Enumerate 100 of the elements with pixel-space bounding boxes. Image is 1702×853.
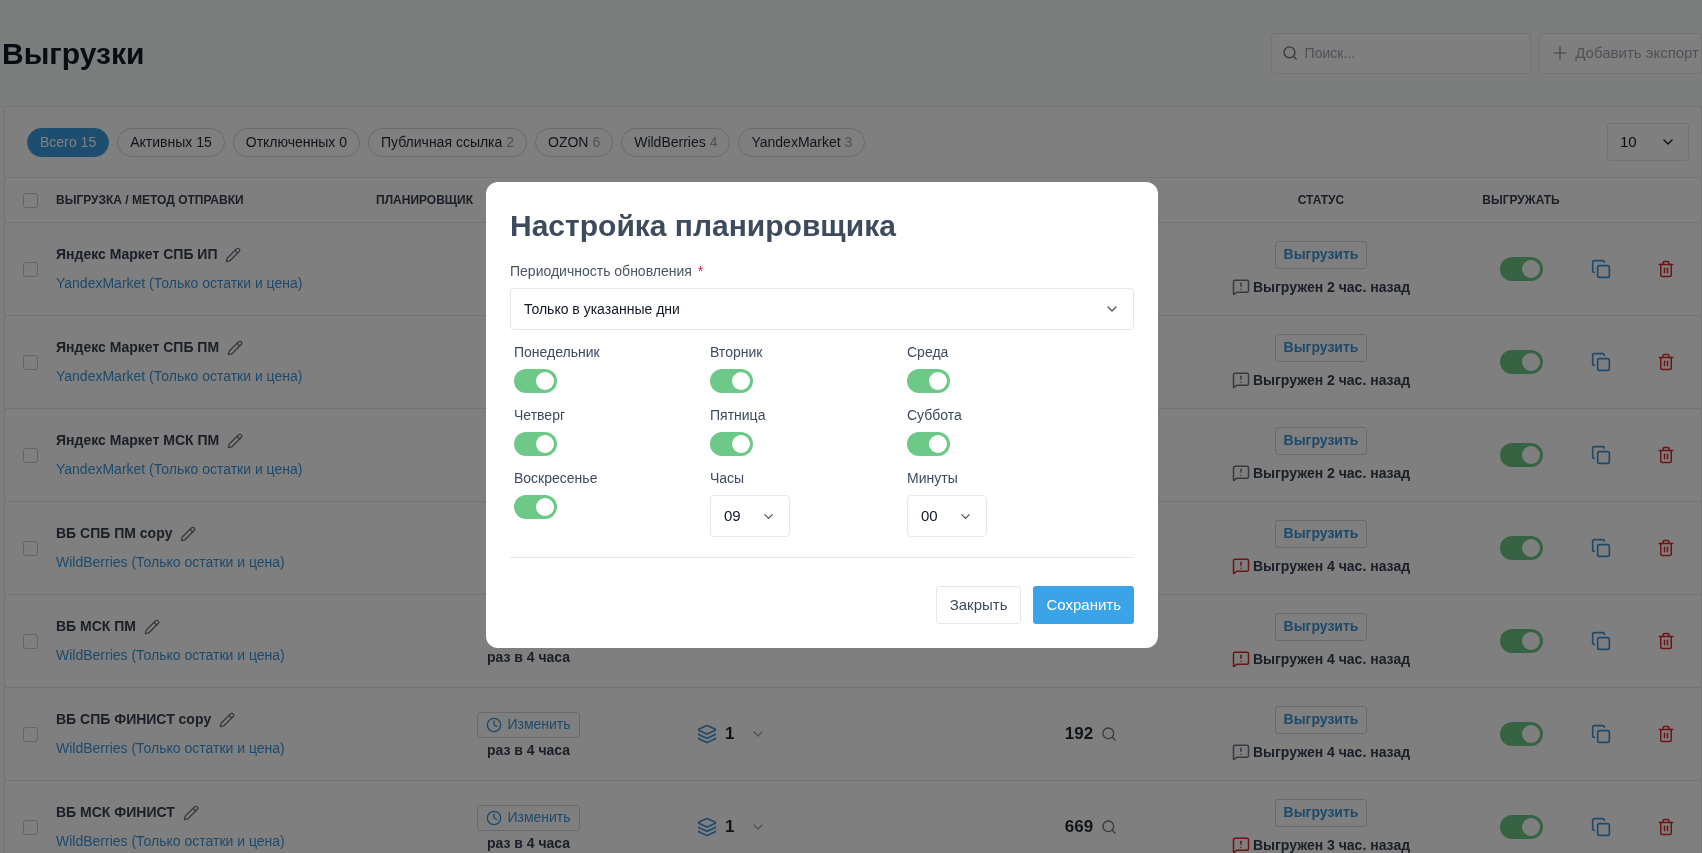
status-text: Выгружен 4 час. назад bbox=[1252, 556, 1411, 576]
pencil-icon[interactable] bbox=[144, 618, 160, 635]
export-name: ВБ СПБ ПМ copy bbox=[56, 524, 173, 543]
item-count: 669 bbox=[1064, 816, 1094, 839]
close-button[interactable]: Закрыть bbox=[935, 586, 1022, 624]
status-text: Выгружен 2 час. назад bbox=[1252, 370, 1411, 390]
filter-pill[interactable]: Всего 15 bbox=[27, 127, 110, 157]
required-mark: * bbox=[697, 262, 704, 281]
layers-icon bbox=[697, 817, 717, 837]
method-link[interactable]: WildBerries (Только остатки и цена) bbox=[56, 552, 376, 573]
toggle-switch[interactable] bbox=[710, 432, 753, 456]
select-all-checkbox[interactable] bbox=[23, 192, 38, 208]
trash-icon[interactable] bbox=[1657, 353, 1675, 371]
row-checkbox[interactable] bbox=[23, 819, 38, 835]
copy-icon[interactable] bbox=[1591, 445, 1611, 465]
item-count: 192 bbox=[1064, 723, 1094, 746]
row-checkbox[interactable] bbox=[23, 540, 38, 556]
toggle-switch[interactable] bbox=[907, 432, 950, 456]
method-link[interactable]: YandexMarket (Только остатки и цена) bbox=[56, 366, 376, 387]
copy-icon[interactable] bbox=[1591, 352, 1611, 372]
page-size-select[interactable]: 10 bbox=[1607, 123, 1689, 161]
toggle-switch[interactable] bbox=[907, 369, 950, 393]
day-label: Четверг bbox=[514, 406, 566, 425]
change-schedule-button[interactable]: Изменить bbox=[477, 711, 580, 738]
method-link[interactable]: YandexMarket (Только остатки и цена) bbox=[56, 459, 376, 480]
export-name: Яндекс Маркет МСК ПМ bbox=[56, 431, 220, 450]
time-select[interactable]: 00 bbox=[907, 495, 987, 537]
pencil-icon[interactable] bbox=[227, 339, 244, 356]
time-label: Минуты bbox=[907, 469, 958, 488]
toggle-switch[interactable] bbox=[1499, 629, 1543, 653]
schedule-text: раз в 4 часа bbox=[486, 647, 571, 667]
upload-button[interactable]: Выгрузить bbox=[1274, 240, 1368, 269]
frequency-select[interactable]: Только в указанные дни bbox=[510, 288, 1134, 330]
upload-button[interactable]: Выгрузить bbox=[1274, 705, 1368, 734]
modal-title: Настройка планировщика bbox=[510, 208, 897, 244]
save-button[interactable]: Сохранить bbox=[1033, 586, 1134, 624]
toggle-switch[interactable] bbox=[1499, 350, 1543, 374]
export-name: ВБ МСК ПМ bbox=[56, 617, 136, 636]
toggle-switch[interactable] bbox=[1499, 257, 1543, 281]
trash-icon[interactable] bbox=[1657, 818, 1675, 836]
copy-icon[interactable] bbox=[1591, 631, 1611, 651]
method-link[interactable]: WildBerries (Только остатки и цена) bbox=[56, 738, 376, 759]
pencil-icon[interactable] bbox=[182, 804, 199, 821]
upload-button[interactable]: Выгрузить bbox=[1274, 519, 1368, 548]
search-icon bbox=[1282, 44, 1299, 62]
row-checkbox[interactable] bbox=[23, 726, 38, 742]
pencil-icon[interactable] bbox=[227, 432, 244, 449]
export-name: Яндекс Маркет СПБ ПМ bbox=[56, 338, 220, 357]
time-select[interactable]: 09 bbox=[710, 495, 790, 537]
toggle-switch[interactable] bbox=[1499, 536, 1543, 560]
day-label: Вторник bbox=[710, 343, 763, 362]
row-checkbox[interactable] bbox=[23, 633, 38, 649]
row-checkbox[interactable] bbox=[23, 354, 38, 370]
pencil-icon[interactable] bbox=[225, 246, 242, 263]
day-label: Понедельник bbox=[514, 343, 600, 362]
trash-icon[interactable] bbox=[1657, 725, 1675, 743]
toggle-switch[interactable] bbox=[514, 432, 557, 456]
row-checkbox[interactable] bbox=[23, 261, 38, 277]
day-label: Пятница bbox=[710, 406, 766, 425]
day-label: Среда bbox=[907, 343, 949, 362]
trash-icon[interactable] bbox=[1657, 632, 1675, 650]
export-name: ВБ МСК ФИНИСТ bbox=[56, 803, 175, 822]
toggle-switch[interactable] bbox=[710, 369, 753, 393]
method-link[interactable]: WildBerries (Только остатки и цена) bbox=[56, 831, 376, 852]
column-header: СТАТУС bbox=[1296, 192, 1346, 209]
copy-icon[interactable] bbox=[1591, 259, 1611, 279]
toggle-switch[interactable] bbox=[1499, 443, 1543, 467]
method-link[interactable]: YandexMarket (Только остатки и цена) bbox=[56, 273, 376, 294]
clock-icon bbox=[486, 716, 503, 733]
schedule-text: раз в 4 часа bbox=[486, 740, 571, 760]
toggle-switch[interactable] bbox=[1499, 722, 1543, 746]
copy-icon[interactable] bbox=[1591, 817, 1611, 837]
column-header: ВЫГРУЗКА / МЕТОД ОТПРАВКИ bbox=[56, 192, 245, 209]
copy-icon[interactable] bbox=[1591, 724, 1611, 744]
upload-button[interactable]: Выгрузить bbox=[1274, 333, 1368, 362]
toggle-switch[interactable] bbox=[1499, 815, 1543, 839]
filter-pill[interactable]: Отключенных 0 bbox=[232, 127, 360, 157]
change-schedule-button[interactable]: Изменить bbox=[477, 804, 580, 831]
clock-icon bbox=[486, 809, 503, 826]
toggle-switch[interactable] bbox=[514, 495, 557, 519]
copy-icon[interactable] bbox=[1591, 538, 1611, 558]
export-name: Яндекс Маркет СПБ ИП bbox=[56, 245, 218, 264]
status-text: Выгружен 2 час. назад bbox=[1252, 463, 1411, 483]
toggle-switch[interactable] bbox=[514, 369, 557, 393]
pencil-icon[interactable] bbox=[219, 711, 236, 728]
row-checkbox[interactable] bbox=[23, 447, 38, 463]
status-text: Выгружен 3 час. назад bbox=[1252, 835, 1411, 853]
upload-button[interactable]: Выгрузить bbox=[1274, 798, 1368, 827]
trash-icon[interactable] bbox=[1657, 539, 1675, 557]
trash-icon[interactable] bbox=[1657, 260, 1675, 278]
upload-button[interactable]: Выгрузить bbox=[1274, 426, 1368, 455]
time-label: Часы bbox=[710, 469, 745, 488]
method-link[interactable]: WildBerries (Только остатки и цена) bbox=[56, 645, 376, 666]
search-icon[interactable] bbox=[1101, 819, 1118, 835]
pencil-icon[interactable] bbox=[180, 525, 197, 542]
search-icon[interactable] bbox=[1101, 726, 1118, 742]
status-text: Выгружен 4 час. назад bbox=[1252, 649, 1411, 669]
upload-button[interactable]: Выгрузить bbox=[1274, 612, 1368, 641]
filter-pill[interactable]: Активных 15 bbox=[117, 127, 225, 157]
trash-icon[interactable] bbox=[1657, 446, 1675, 464]
